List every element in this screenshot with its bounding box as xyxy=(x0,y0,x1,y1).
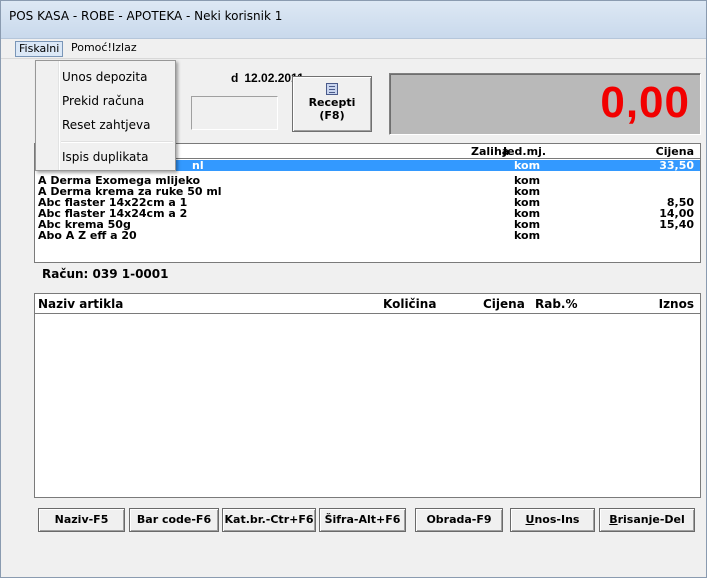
column-unit: Jed.mj. xyxy=(503,145,547,158)
brisanje-accelerator: B xyxy=(609,513,618,526)
unos-label: nos-Ins xyxy=(534,513,580,526)
fiskalni-dropdown-menu: Unos depozita Prekid računa Reset zahtje… xyxy=(35,60,176,171)
menu-bar: Fiskalni Pomoć! Izlaz xyxy=(1,39,706,59)
recepti-button[interactable]: Recepti (F8) xyxy=(292,76,372,132)
menu-item-unos-depozita[interactable]: Unos depozita xyxy=(62,67,147,87)
menu-pomoc[interactable]: Pomoć! xyxy=(68,41,115,57)
receipt-number: Račun: 039 1-0001 xyxy=(42,267,169,281)
article-price: 33,50 xyxy=(659,159,694,172)
menu-izlaz[interactable]: Izlaz xyxy=(109,41,140,57)
info-field xyxy=(191,96,278,130)
brisanje-label: risanje-Del xyxy=(617,513,685,526)
window-title: POS KASA - ROBE - APOTEKA - Neki korisni… xyxy=(9,9,283,23)
article-row[interactable]: Abc flaster 14x24cm a 2 kom 14,00 xyxy=(35,208,700,219)
date-prefix: d xyxy=(231,71,239,85)
total-amount: 0,00 xyxy=(600,78,690,127)
title-bar[interactable]: POS KASA - ROBE - APOTEKA - Neki korisni… xyxy=(1,1,706,39)
receipt-header: Naziv artikla Količina Cijena Rab.% Izno… xyxy=(35,294,700,314)
article-unit: kom xyxy=(514,229,541,242)
naziv-button[interactable]: Naziv-F5 xyxy=(38,508,125,532)
barcode-button[interactable]: Bar code-F6 xyxy=(129,508,219,532)
column-unit-price: Cijena xyxy=(483,297,525,311)
receipt-table[interactable]: Naziv artikla Količina Cijena Rab.% Izno… xyxy=(34,293,701,498)
column-discount: Rab.% xyxy=(535,297,578,311)
article-row[interactable]: Abo A Z eff a 20 kom xyxy=(35,230,700,241)
total-display: 0,00 xyxy=(389,73,701,135)
brisanje-button[interactable]: Brisanje-Del xyxy=(599,508,695,532)
app-window: POS KASA - ROBE - APOTEKA - Neki korisni… xyxy=(0,0,707,578)
article-price: 15,40 xyxy=(659,218,694,231)
column-amount: Iznos xyxy=(658,297,694,311)
column-price: Cijena xyxy=(655,145,694,158)
column-item-name: Naziv artikla xyxy=(38,297,124,311)
document-icon xyxy=(326,83,338,95)
article-name: nl xyxy=(192,159,204,172)
menu-item-reset-zahtjeva[interactable]: Reset zahtjeva xyxy=(62,115,150,135)
obrada-button[interactable]: Obrada-F9 xyxy=(415,508,503,532)
recepti-label: Recepti xyxy=(308,96,356,109)
article-unit: kom xyxy=(514,159,541,172)
menu-separator xyxy=(61,141,173,142)
unos-button[interactable]: Unos-Ins xyxy=(510,508,595,532)
article-name: Abo A Z eff a 20 xyxy=(38,229,137,242)
recepti-shortcut: (F8) xyxy=(319,109,345,122)
menu-item-ispis-duplikata[interactable]: Ispis duplikata xyxy=(62,147,148,167)
sifra-button[interactable]: Šifra-Alt+F6 xyxy=(319,508,406,532)
menu-fiskalni[interactable]: Fiskalni xyxy=(15,41,64,57)
column-quantity: Količina xyxy=(383,297,437,311)
katbr-button[interactable]: Kat.br.-Ctr+F6 xyxy=(222,508,316,532)
menu-item-prekid-racuna[interactable]: Prekid računa xyxy=(62,91,144,111)
